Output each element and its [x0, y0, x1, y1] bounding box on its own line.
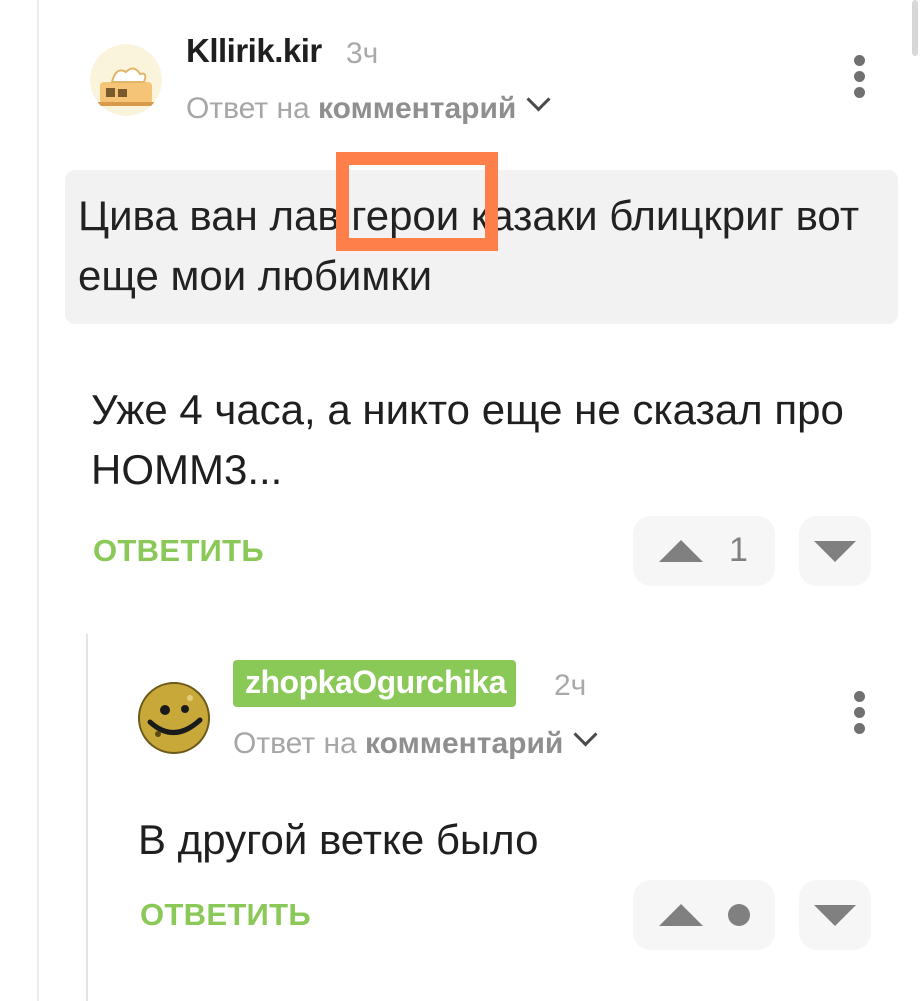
downvote-button[interactable]	[799, 880, 871, 950]
reply-button[interactable]: ОТВЕТИТЬ	[93, 533, 264, 569]
avatar[interactable]	[138, 682, 210, 754]
comment-username[interactable]: Kllirik.kir	[186, 32, 322, 70]
comment-body: В другой ветке было	[138, 816, 539, 863]
more-options-icon[interactable]	[852, 55, 866, 98]
nested-thread-line	[86, 634, 88, 1001]
highlight-annotation-box	[336, 152, 498, 251]
arrow-up-icon	[659, 540, 703, 562]
more-options-icon[interactable]	[852, 691, 866, 734]
reply-to-link[interactable]: Ответ на комментарий	[233, 722, 598, 761]
thread-line	[37, 0, 39, 1001]
reply-to-link[interactable]: Ответ на комментарий	[186, 87, 551, 126]
comment-username[interactable]: zhopkaOgurchika	[233, 660, 516, 707]
reply-to-target: комментарий	[365, 727, 564, 760]
arrow-down-icon	[814, 905, 856, 926]
arrow-down-icon	[814, 541, 856, 562]
scrollbar[interactable]	[912, 0, 918, 56]
zero-votes-dot	[728, 904, 750, 926]
comment-time: 2ч	[554, 669, 587, 702]
vote-count: 1	[729, 531, 748, 569]
upvote-button[interactable]	[633, 880, 775, 950]
reply-to-prefix: Ответ на	[233, 727, 357, 760]
comment-time: 3ч	[346, 37, 379, 70]
reply-button[interactable]: ОТВЕТИТЬ	[140, 897, 311, 933]
upvote-button[interactable]: 1	[633, 516, 775, 586]
comment-body: Уже 4 часа, а никто еще не сказал про HO…	[91, 386, 844, 493]
avatar-chef-image	[90, 44, 162, 116]
chevron-down-icon	[573, 722, 598, 747]
avatar[interactable]	[90, 44, 162, 116]
avatar-smiley-image	[138, 682, 210, 754]
arrow-up-icon	[659, 904, 703, 926]
downvote-button[interactable]	[799, 516, 871, 586]
reply-to-prefix: Ответ на	[186, 92, 310, 125]
reply-to-target: комментарий	[318, 92, 517, 125]
chevron-down-icon	[526, 87, 551, 112]
